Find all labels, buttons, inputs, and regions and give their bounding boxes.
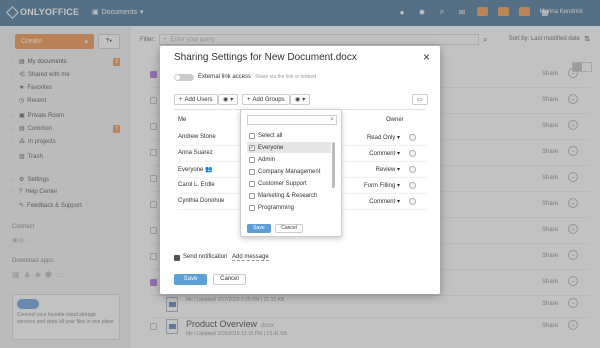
group-name: Everyone 👥	[178, 166, 213, 173]
access-rights-select[interactable]: Read Only ▾	[367, 134, 400, 141]
group-option-select-all[interactable]: Select all	[247, 130, 331, 141]
option-label: Admin	[258, 156, 276, 163]
remove-user-icon[interactable]: –	[409, 198, 416, 205]
chevron-down-icon: ▾	[302, 97, 306, 103]
add-message-link[interactable]: Add message	[232, 254, 269, 261]
dialog-title: Sharing Settings for New Document.docx	[174, 52, 357, 63]
add-groups-dropdown: ⌕ Select all ✓ Everyone Admin Company Ma…	[240, 109, 342, 237]
owner-role: Owner	[386, 117, 404, 123]
user-view-dropdown[interactable]: ◉ ▾	[218, 94, 239, 105]
option-label: Company Management	[258, 168, 321, 175]
add-users-button[interactable]: + Add Users	[174, 94, 218, 105]
user-name: Cynthia Donohue	[178, 198, 225, 204]
dropdown-save-button[interactable]: Save	[247, 224, 271, 233]
dropdown-scrollbar[interactable]	[332, 142, 335, 188]
access-rights-select[interactable]: Review ▾	[376, 166, 400, 173]
send-notification-label: Send notification	[183, 254, 228, 260]
group-option-customer-support[interactable]: Customer Support	[247, 178, 331, 189]
user-name: Andrew Stone	[178, 134, 216, 140]
checkbox[interactable]	[249, 132, 255, 139]
remove-user-icon[interactable]: –	[409, 150, 416, 157]
checkbox[interactable]	[249, 192, 255, 199]
group-search-input[interactable]: ⌕	[247, 115, 337, 125]
access-level: Review	[375, 167, 396, 173]
group-option-everyone[interactable]: ✓ Everyone	[247, 142, 331, 153]
group-label: Everyone	[178, 167, 204, 173]
option-label: Marketing & Research	[258, 192, 318, 199]
access-level: Comment	[369, 199, 396, 205]
group-option-admin[interactable]: Admin	[247, 154, 331, 165]
send-notification-checkbox[interactable]	[174, 255, 180, 261]
group-icon: 👥	[205, 167, 213, 173]
remove-user-icon[interactable]: –	[409, 166, 416, 173]
user-name: Anna Suarez	[178, 150, 213, 156]
access-rights-select[interactable]: Comment ▾	[369, 198, 400, 205]
dropdown-cancel-button[interactable]: Cancel	[275, 224, 303, 233]
access-level: Read Only	[366, 135, 396, 141]
search-icon: ⌕	[330, 116, 334, 123]
plus-icon: +	[247, 96, 251, 103]
external-link-description: Share via the link or embed	[255, 74, 316, 80]
checkbox[interactable]	[249, 204, 255, 211]
eye-icon: ◉	[295, 97, 301, 103]
embed-code-button[interactable]: ▭	[412, 94, 428, 105]
close-icon[interactable]: ×	[423, 50, 430, 64]
plus-icon: +	[179, 96, 183, 103]
checkbox-checked[interactable]: ✓	[249, 144, 255, 151]
checkbox[interactable]	[249, 180, 255, 187]
option-label: Everyone	[258, 144, 284, 151]
option-label: Select all	[258, 132, 283, 139]
remove-user-icon[interactable]: –	[409, 182, 416, 189]
access-level: Form Filling	[363, 183, 396, 189]
access-rights-select[interactable]: Form Filling ▾	[364, 182, 400, 189]
option-label: Customer Support	[258, 180, 307, 187]
embed-icon: ▭	[417, 97, 423, 103]
save-button[interactable]: Save	[174, 274, 207, 285]
group-option-marketing[interactable]: Marketing & Research	[247, 190, 331, 201]
add-users-label: Add Users	[184, 96, 213, 103]
checkbox[interactable]	[249, 156, 255, 163]
chevron-down-icon: ▾	[230, 97, 234, 103]
eye-icon: ◉	[223, 97, 229, 103]
owner-name: Me	[178, 117, 187, 123]
cancel-button[interactable]: Cancel	[213, 274, 246, 285]
external-link-toggle[interactable]	[174, 74, 194, 81]
add-groups-button[interactable]: + Add Groups	[242, 94, 290, 105]
add-groups-label: Add Groups	[252, 96, 285, 103]
external-link-label: External link access	[198, 74, 252, 80]
remove-user-icon[interactable]: –	[409, 134, 416, 141]
access-rights-select[interactable]: Comment ▾	[369, 150, 400, 157]
checkbox[interactable]	[249, 168, 255, 175]
option-label: Programming	[258, 204, 295, 211]
group-view-dropdown[interactable]: ◉ ▾	[290, 94, 311, 105]
access-level: Comment	[369, 151, 396, 157]
group-option-company-management[interactable]: Company Management	[247, 166, 331, 177]
user-name: Carol L. Erdle	[178, 182, 215, 188]
group-option-programming[interactable]: Programming	[247, 202, 331, 213]
